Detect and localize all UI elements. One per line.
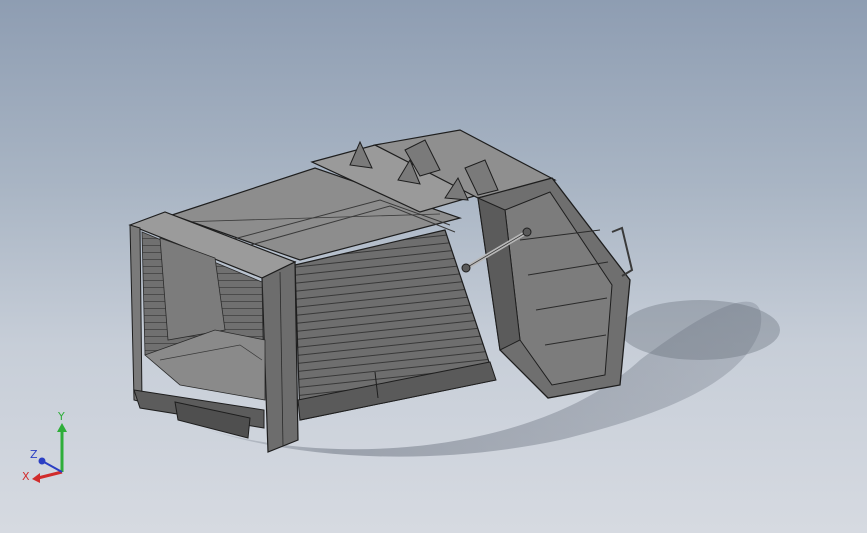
axis-triad: Y Z X [22, 410, 67, 483]
ground-shadow-right [620, 300, 780, 360]
z-axis-label: Z [30, 448, 38, 461]
x-axis-line [37, 470, 63, 480]
garbage-truck-body-model[interactable] [0, 0, 867, 533]
z-axis-line [43, 461, 63, 473]
front-frame-left-post [129, 224, 143, 403]
x-axis-label: X [22, 470, 30, 483]
cad-viewport[interactable]: Y Z X [0, 0, 867, 533]
y-axis-label: Y [57, 410, 65, 423]
z-axis-end-icon [38, 457, 46, 465]
x-axis-arrow-icon [32, 473, 40, 483]
y-axis-arrow-icon [57, 423, 67, 432]
